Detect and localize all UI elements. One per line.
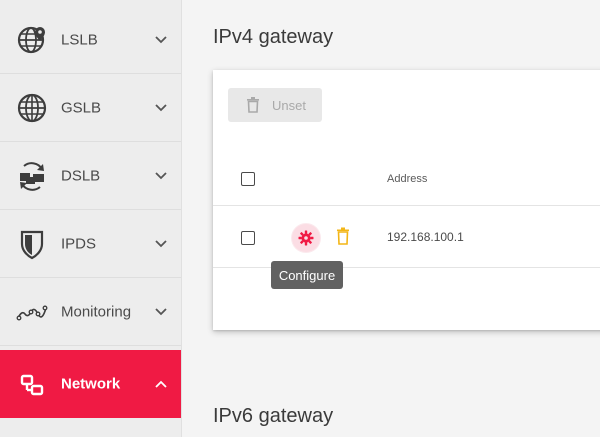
- chevron-down-icon: [155, 35, 167, 43]
- trash-icon: [247, 97, 259, 113]
- unset-button[interactable]: Unset: [228, 88, 322, 122]
- configure-tooltip: Configure: [271, 261, 343, 289]
- chevron-down-icon: [155, 307, 167, 315]
- sidebar-item-label: IPDS: [61, 235, 97, 252]
- row-checkbox[interactable]: [241, 231, 255, 245]
- ipv6-section-title: IPv6 gateway: [213, 405, 334, 427]
- unset-button-label: Unset: [272, 97, 306, 113]
- ipv4-section-title: IPv4 gateway: [213, 26, 334, 48]
- datacenter-sync-icon: [16, 160, 48, 192]
- configure-button[interactable]: [292, 224, 320, 252]
- sidebar-item-label: GSLB: [61, 99, 102, 116]
- chevron-down-icon: [155, 103, 167, 111]
- table-cell-address: 192.168.100.1: [387, 230, 464, 244]
- globe-icon: [16, 92, 48, 124]
- network-icon: [16, 368, 48, 400]
- chevron-down-icon: [155, 239, 167, 247]
- delete-icon[interactable]: [336, 227, 350, 245]
- sidebar-item-label: Monitoring: [61, 303, 132, 320]
- sidebar-item-label: Network: [61, 375, 121, 393]
- sidebar-item-label: DSLB: [61, 167, 101, 184]
- chevron-down-icon: [155, 171, 167, 179]
- sidebar-item-monitoring[interactable]: Monitoring: [0, 278, 181, 346]
- column-header-address: Address: [387, 173, 428, 185]
- sidebar: LSLB GSLB DSLB IPDS Monitoring Network: [0, 0, 182, 437]
- sidebar-item-gslb[interactable]: GSLB: [0, 74, 181, 142]
- globe-pin-icon: [16, 24, 48, 56]
- ipv4-gateway-card: Unset Address 192.168.100.1: [213, 70, 600, 330]
- shield-icon: [16, 228, 48, 260]
- sidebar-item-lslb[interactable]: LSLB: [0, 6, 181, 74]
- gear-icon: [298, 230, 314, 246]
- select-all-checkbox[interactable]: [241, 172, 255, 186]
- sidebar-item-network[interactable]: Network: [0, 350, 181, 418]
- sidebar-item-ipds[interactable]: IPDS: [0, 210, 181, 278]
- line-graph-icon: [16, 296, 48, 328]
- chevron-up-icon: [155, 380, 167, 388]
- sidebar-item-label: LSLB: [61, 31, 98, 48]
- sidebar-item-dslb[interactable]: DSLB: [0, 142, 181, 210]
- table-divider: [213, 205, 600, 206]
